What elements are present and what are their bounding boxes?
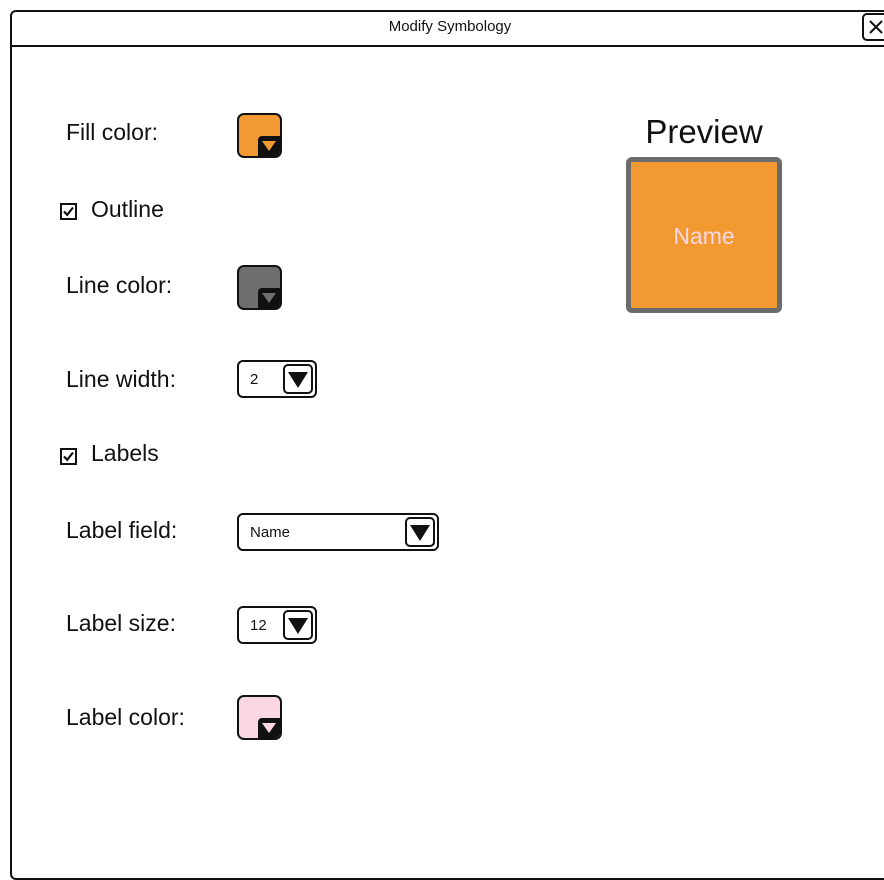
labels-checkbox[interactable] (60, 448, 77, 465)
label-color-picker[interactable] (237, 695, 282, 740)
triangle-down-icon (410, 525, 430, 541)
label-field-label: Label field: (66, 517, 178, 543)
triangle-down-icon (262, 293, 276, 303)
line-width-dropdown-button[interactable] (283, 364, 313, 394)
fill-color-picker[interactable] (237, 113, 282, 158)
label-size-value: 12 (250, 617, 267, 634)
outline-checkbox[interactable] (60, 203, 77, 220)
preview-label-text: Name (673, 223, 735, 249)
line-color-picker[interactable] (237, 265, 282, 310)
dropdown-triangle (258, 288, 280, 308)
close-button[interactable] (862, 13, 884, 41)
line-width-label: Line width: (66, 366, 176, 392)
line-width-select[interactable]: 2 (237, 360, 317, 398)
title-bar: Modify Symbology (10, 10, 884, 47)
close-icon (869, 20, 883, 34)
dialog-title: Modify Symbology (388, 18, 512, 35)
check-icon (63, 206, 74, 217)
label-color-label: Label color: (66, 704, 185, 730)
label-field-dropdown-button[interactable] (405, 517, 435, 547)
label-size-dropdown-button[interactable] (283, 610, 313, 640)
dropdown-triangle (258, 136, 280, 156)
label-size-label: Label size: (66, 610, 176, 636)
fill-color-label: Fill color: (66, 119, 159, 145)
triangle-down-icon (262, 141, 276, 151)
labels-label: Labels (91, 440, 159, 466)
triangle-down-icon (262, 723, 276, 733)
triangle-down-icon (288, 372, 308, 388)
check-icon (63, 451, 74, 462)
label-field-select[interactable]: Name (237, 513, 439, 551)
triangle-down-icon (288, 618, 308, 634)
outline-label: Outline (91, 196, 164, 222)
label-field-value: Name (250, 524, 291, 541)
dropdown-triangle (258, 718, 280, 738)
label-size-select[interactable]: 12 (237, 606, 317, 644)
line-width-value: 2 (250, 371, 259, 388)
preview-symbol: Name (626, 157, 782, 313)
preview-title: Preview (645, 113, 763, 150)
line-color-label: Line color: (66, 272, 173, 298)
